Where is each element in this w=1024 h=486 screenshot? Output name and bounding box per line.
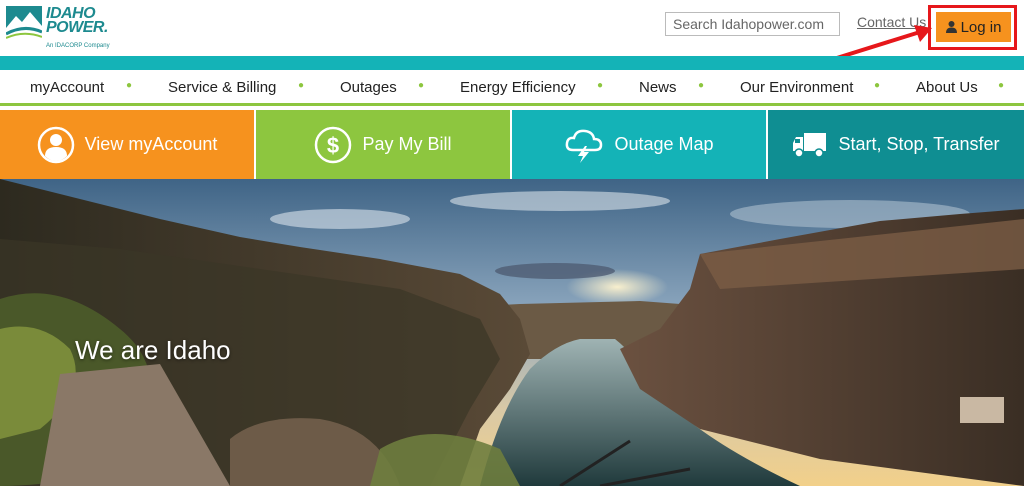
hero-title: We are Idaho	[75, 335, 231, 365]
logo-wordmark: IDAHO POWER.	[46, 6, 108, 36]
logo-tagline: An IDACORP Company	[46, 43, 110, 49]
tile-view-myaccount[interactable]: View myAccount	[0, 110, 256, 179]
truck-icon	[793, 132, 827, 158]
bullet-dropdown-icon: ●	[698, 80, 705, 91]
hero-banner: We are Idaho	[0, 179, 1024, 486]
user-circle-icon	[37, 126, 74, 163]
tile-label: Start, Stop, Transfer	[838, 134, 1000, 154]
tile-outage-map[interactable]: Outage Map	[512, 110, 768, 179]
bullet-dropdown-icon: ●	[418, 80, 425, 91]
dollar-circle-icon: $	[315, 126, 352, 163]
nav-item-energy-efficiency[interactable]: Energy Efficiency	[460, 79, 576, 96]
tile-start-stop-transfer[interactable]: Start, Stop, Transfer	[768, 110, 1024, 179]
bullet-dropdown-icon: ●	[126, 80, 133, 91]
svg-text:$: $	[327, 133, 339, 158]
tile-label: Outage Map	[614, 134, 714, 154]
logo-line-2: POWER.	[46, 19, 108, 36]
main-nav: myAccount ● Service & Billing ● Outages …	[0, 70, 1024, 106]
nav-item-our-environment[interactable]: Our Environment	[740, 79, 853, 96]
bullet-dropdown-icon: ●	[874, 80, 881, 91]
search-input[interactable]	[665, 12, 840, 36]
bullet-dropdown-icon: ●	[298, 80, 305, 91]
quick-links: View myAccount $ Pay My Bill Outage Map …	[0, 110, 1024, 179]
canyon-landscape-image	[0, 179, 1024, 486]
tile-label: Pay My Bill	[362, 134, 452, 154]
tile-label: View myAccount	[84, 134, 218, 154]
login-button[interactable]: Log in	[936, 12, 1011, 42]
bullet-dropdown-icon: ●	[597, 80, 604, 91]
logo-mountain-icon	[5, 6, 43, 40]
login-label: Log in	[960, 18, 1002, 36]
storm-cloud-icon	[566, 129, 603, 163]
idaho-power-logo[interactable]: IDAHO POWER. An IDACORP Company	[5, 6, 116, 52]
nav-item-news[interactable]: News	[639, 79, 677, 96]
header-accent-bar	[0, 56, 1024, 70]
user-icon	[945, 21, 957, 33]
nav-item-service-billing[interactable]: Service & Billing	[168, 79, 276, 96]
nav-item-about-us[interactable]: About Us	[916, 79, 978, 96]
tile-pay-my-bill[interactable]: $ Pay My Bill	[256, 110, 512, 179]
nav-item-myaccount[interactable]: myAccount	[30, 79, 104, 96]
bullet-dropdown-icon: ●	[998, 80, 1005, 91]
nav-item-outages[interactable]: Outages	[340, 79, 397, 96]
